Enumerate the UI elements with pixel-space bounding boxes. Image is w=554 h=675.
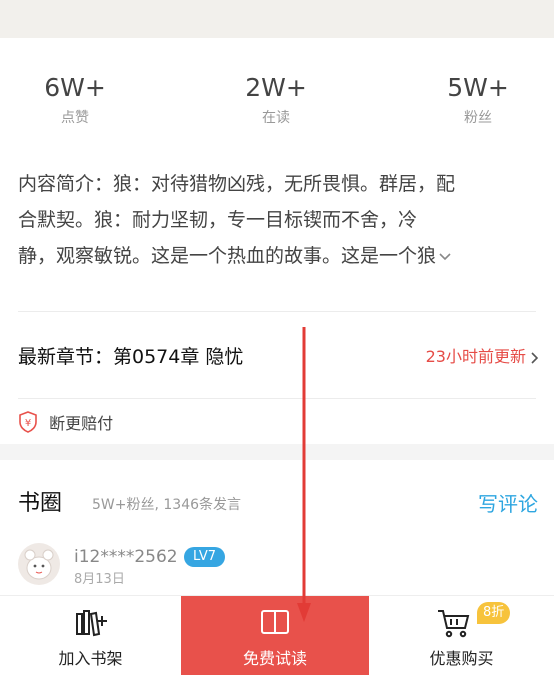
divider (18, 311, 536, 312)
discount-badge: 8折 (477, 602, 511, 624)
stat-likes-label: 点赞 (61, 110, 89, 126)
section-separator (0, 444, 554, 460)
intro-line-3: 静，观察敏锐。这是一个热血的故事。这是一个狼 (18, 238, 538, 274)
stat-reading: 2W+ 在读 (211, 72, 341, 128)
discount-buy-button[interactable]: 8折 优惠购买 (369, 596, 554, 675)
latest-chapter-title: 最新章节：第0574章 隐忧 (18, 346, 244, 368)
bookshelf-icon (75, 610, 107, 637)
discount-buy-label: 优惠购买 (429, 649, 494, 668)
book-stats: 6W+ 点赞 2W+ 在读 5W+ 粉丝 (0, 72, 554, 142)
add-to-shelf-button[interactable]: 加入书架 (0, 596, 181, 675)
comment-date: 8月13日 (74, 572, 125, 587)
level-badge: LV7 (184, 547, 225, 567)
stat-fans-value: 5W+ (447, 73, 509, 102)
stat-reading-value: 2W+ (245, 73, 307, 102)
book-circle-title: 书圈 (18, 491, 63, 516)
open-book-icon (261, 610, 289, 634)
intro-line-3-text: 静，观察敏锐。这是一个热血的故事。这是一个狼 (18, 245, 437, 267)
divider (18, 398, 536, 399)
yen-shield-icon: ¥ (19, 411, 37, 433)
latest-chapter-row[interactable]: 最新章节：第0574章 隐忧 23小时前更新 (18, 340, 539, 374)
latest-chapter-updated: 23小时前更新 (425, 340, 539, 374)
comment-item[interactable]: i12****2562 LV7 8月13日 (18, 543, 538, 595)
free-read-label: 免费试读 (242, 649, 307, 668)
book-circle-summary: 5W+粉丝, 1346条发言 (92, 497, 242, 513)
avatar[interactable] (18, 543, 60, 585)
expand-chevron-icon[interactable] (438, 252, 452, 262)
svg-text:¥: ¥ (25, 418, 31, 429)
stat-likes-value: 6W+ (44, 73, 106, 102)
bottom-action-bar: 加入书架 免费试读 8折 优惠购买 (0, 595, 554, 675)
intro-line-1: 内容简介：狼：对待猎物凶残，无所畏惧。群居，配 (18, 173, 456, 195)
shopping-cart-icon (438, 610, 470, 638)
updated-text: 23小时前更新 (425, 347, 526, 366)
write-comment-link[interactable]: 写评论 (478, 486, 538, 522)
header-image-strip (0, 0, 554, 38)
free-read-button[interactable]: 免费试读 (181, 596, 369, 675)
book-circle-header: 书圈 5W+粉丝, 1346条发言 写评论 (18, 486, 538, 522)
stat-reading-label: 在读 (262, 110, 290, 126)
stat-likes: 6W+ 点赞 (10, 72, 140, 128)
stat-fans: 5W+ 粉丝 (413, 72, 543, 128)
guarantee-row[interactable]: ¥ 断更赔付 (18, 410, 113, 438)
comment-username[interactable]: i12****2562 (74, 545, 178, 569)
add-to-shelf-label: 加入书架 (58, 649, 123, 668)
book-intro[interactable]: 内容简介：狼：对待猎物凶残，无所畏惧。群居，配 合默契。狼：耐力坚韧，专一目标锲… (18, 166, 538, 274)
intro-line-2: 合默契。狼：耐力坚韧，专一目标锲而不舍，冷 (18, 209, 418, 231)
stat-fans-label: 粉丝 (464, 110, 492, 126)
avatar-image (19, 544, 59, 584)
guarantee-text: 断更赔付 (49, 414, 114, 433)
chevron-right-icon (531, 351, 539, 364)
